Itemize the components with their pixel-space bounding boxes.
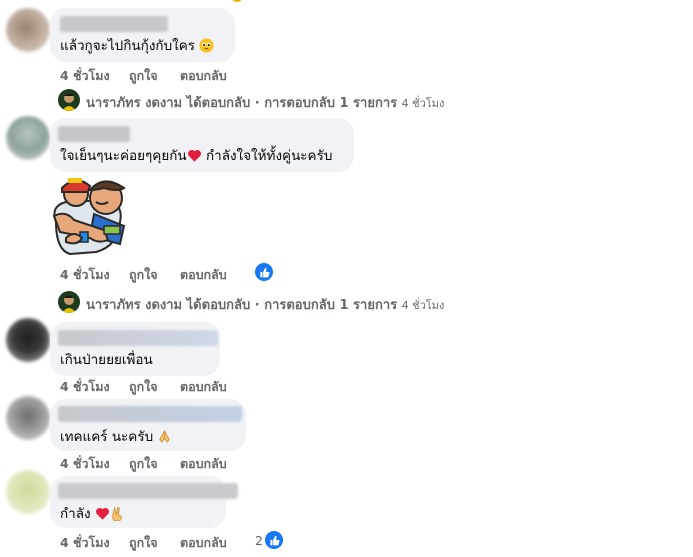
reply-link[interactable]: ตอบกลับ [180,265,227,285]
avatar [58,89,80,111]
comment-text: เทคแคร์ นะครับ [60,428,172,446]
reply-link[interactable]: ตอบกลับ [180,377,227,397]
comment-time[interactable]: 4 ชั่วโมง [60,533,110,553]
reply-summary-text[interactable]: นาราภัทร งดงาม ได้ตอบกลับ · การตอบกลับ 1… [86,96,397,111]
reply-link[interactable]: ตอบกลับ [180,533,227,553]
like-link[interactable]: ถูกใจ [129,66,158,86]
comment-time[interactable]: 4 ชั่วโมง [60,66,110,86]
commenter-name[interactable] [58,126,130,142]
like-link[interactable]: ถูกใจ [129,265,158,285]
comment-text: ใจเย็นๆนะค่อยๆคุยกัน กำลังใจให้ทั้งคู่นะ… [60,148,333,164]
commenter-name[interactable] [58,330,218,346]
commenter-name[interactable] [58,406,242,422]
comment-text: กำลัง [60,505,125,523]
reply-link[interactable]: ตอบกลับ [180,454,227,474]
avatar[interactable] [6,8,50,52]
comment-actions: 4 ชั่วโมง ถูกใจ ตอบกลับ [60,454,260,471]
avatar [58,291,80,313]
like-link[interactable]: ถูกใจ [129,454,158,474]
red-heart-icon [187,149,201,162]
comment-time[interactable]: 4 ชั่วโมง [60,454,110,474]
commenter-name[interactable] [58,483,238,499]
comment-actions: 4 ชั่วโมง ถูกใจ ตอบกลับ [60,265,280,283]
reply-time: 4 ชั่วโมง [401,299,445,312]
red-heart-icon [95,507,109,520]
comment-time[interactable]: 4 ชั่วโมง [60,377,110,397]
avatar[interactable] [6,396,50,440]
avatar[interactable] [6,318,50,362]
commenter-name[interactable] [60,16,168,32]
like-link[interactable]: ถูกใจ [129,377,158,397]
comment-time[interactable]: 4 ชั่วโมง [60,265,110,285]
replies-summary[interactable]: นาราภัทร งดงาม ได้ตอบกลับ · การตอบกลับ 1… [58,89,558,111]
like-reaction-icon[interactable] [264,530,284,550]
avatar[interactable] [6,116,50,160]
like-reaction-icon[interactable] [254,262,274,282]
comment-actions: 4 ชั่วโมง ถูกใจ ตอบกลับ [60,377,260,394]
reaction-count[interactable]: 2 [255,533,263,548]
comment-text: แล้วกูจะไปกินกุ้งกับใคร [60,37,214,55]
reply-summary-text[interactable]: นาราภัทร งดงาม ได้ตอบกลับ · การตอบกลับ 1… [86,298,397,313]
victory-hand-icon [112,506,122,521]
replies-summary[interactable]: นาราภัทร งดงาม ได้ตอบกลับ · การตอบกลับ 1… [58,291,558,313]
like-link[interactable]: ถูกใจ [129,533,158,553]
hug-sticker[interactable] [46,172,136,258]
comment-text: เกินป่ายยยเพื่อน [60,352,153,368]
avatar[interactable] [6,470,50,514]
comment-actions: 4 ชั่วโมง ถูกใจ ตอบกลับ [60,66,260,83]
pleading-face-icon [199,38,214,53]
reply-link[interactable]: ตอบกลับ [180,66,227,86]
comment-actions: 4 ชั่วโมง ถูกใจ ตอบกลับ [60,533,260,550]
folded-hands-icon [159,430,171,443]
reply-time: 4 ชั่วโมง [401,97,445,110]
partial-emoji [232,0,242,2]
